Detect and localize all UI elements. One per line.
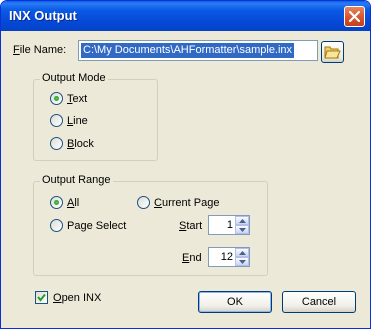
cancel-button[interactable]: Cancel: [282, 291, 356, 313]
open-inx-checkbox[interactable]: [35, 291, 48, 304]
file-name-label: File Name:: [13, 44, 67, 56]
radio-text[interactable]: [50, 92, 63, 105]
radio-line-label[interactable]: Line: [67, 115, 88, 127]
arrow-down-icon: [239, 260, 246, 264]
start-spin-buttons: [235, 216, 249, 234]
end-decrement-button[interactable]: [235, 257, 249, 266]
close-button[interactable]: [344, 6, 365, 27]
arrow-down-icon: [239, 228, 246, 232]
end-value: 12: [220, 251, 233, 263]
radio-page-select-label[interactable]: Page Select: [67, 220, 126, 232]
start-label: Start: [179, 220, 203, 232]
arrow-up-icon: [239, 251, 246, 255]
start-value: 1: [226, 219, 233, 231]
radio-block[interactable]: [50, 137, 63, 150]
page-select-text: Page Select: [67, 220, 127, 232]
end-spin-buttons: [235, 248, 249, 266]
radio-all[interactable]: [50, 196, 63, 209]
radio-text-label[interactable]: Text: [67, 93, 87, 105]
close-icon: [349, 11, 360, 22]
end-label: End: [182, 252, 202, 264]
start-decrement-button[interactable]: [235, 225, 249, 234]
output-range-title: Output Range: [40, 174, 113, 186]
radio-block-label[interactable]: Block: [67, 138, 94, 150]
radio-current-page[interactable]: [137, 196, 150, 209]
radio-page-select[interactable]: [50, 219, 63, 232]
radio-current-page-label[interactable]: Current Page: [154, 197, 219, 209]
inx-output-dialog: INX Output File Name: C:\My Documents\AH…: [0, 0, 371, 329]
start-increment-button[interactable]: [235, 216, 249, 225]
folder-open-icon: [324, 46, 341, 59]
start-spinner[interactable]: 1: [208, 215, 250, 235]
open-inx-label[interactable]: Open INX: [53, 292, 101, 304]
checkmark-icon: [37, 293, 46, 302]
end-increment-button[interactable]: [235, 248, 249, 257]
browse-button[interactable]: [321, 41, 344, 63]
title-bar[interactable]: INX Output: [1, 1, 370, 31]
radio-all-label[interactable]: All: [67, 197, 79, 209]
output-mode-title: Output Mode: [40, 72, 108, 84]
end-spinner[interactable]: 12: [208, 247, 250, 267]
file-name-value: C:\My Documents\AHFormatter\sample.inx: [81, 43, 295, 58]
radio-line[interactable]: [50, 114, 63, 127]
ok-button[interactable]: OK: [198, 291, 272, 313]
arrow-up-icon: [239, 219, 246, 223]
file-name-input[interactable]: C:\My Documents\AHFormatter\sample.inx: [78, 40, 318, 61]
window-title: INX Output: [9, 8, 77, 23]
